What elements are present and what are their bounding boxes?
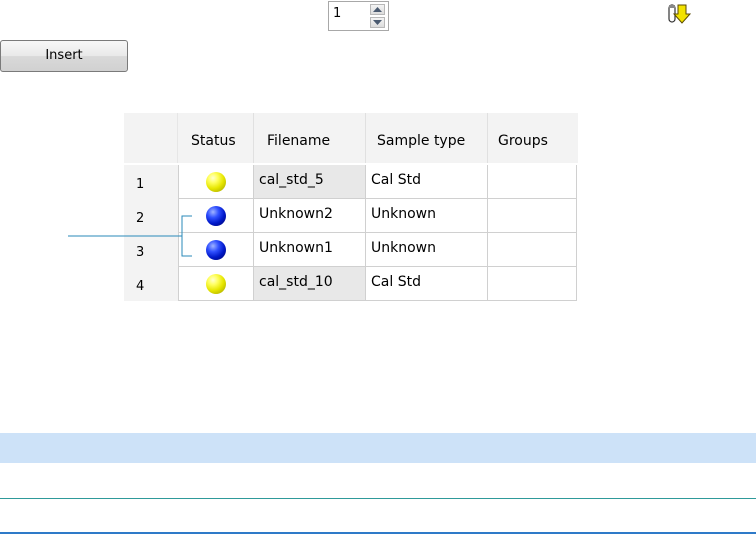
bottom-rule [0,532,756,534]
divider-line [0,498,756,499]
highlight-band [0,433,756,463]
callout-bracket [181,215,192,257]
